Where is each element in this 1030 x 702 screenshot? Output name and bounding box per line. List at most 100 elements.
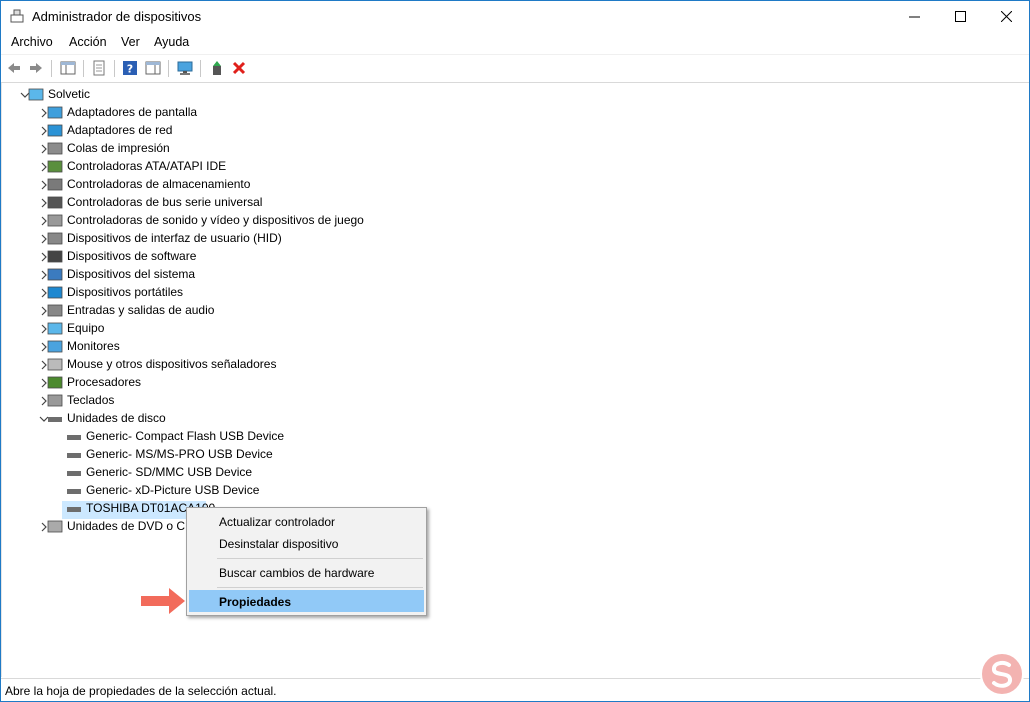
tree-category[interactable]: Dispositivos de software [2, 248, 1029, 266]
tree-category[interactable]: Adaptadores de red [2, 122, 1029, 140]
title-bar: Administrador de dispositivos [1, 1, 1029, 32]
tree-item-label: Unidades de disco [67, 411, 166, 425]
menu-item-update-driver[interactable]: Actualizar controlador [187, 510, 426, 532]
update-driver-button[interactable] [207, 59, 227, 77]
tree-item-label: Mouse y otros dispositivos señaladores [67, 357, 277, 371]
computer-icon [28, 88, 44, 101]
tree-item-label: Dispositivos del sistema [67, 267, 196, 281]
properties-sheet-icon [93, 60, 105, 76]
action-pane-icon [145, 61, 161, 75]
menu-accion[interactable]: Acción [69, 35, 107, 49]
tree-category[interactable]: Monitores [2, 338, 1029, 356]
hard-disk-icon [67, 471, 81, 476]
tree-item-label: Solvetic [48, 87, 91, 101]
arrow-left-icon [8, 63, 20, 73]
hard-disk-icon [67, 507, 81, 512]
storage-controller-icon [47, 178, 63, 191]
tree-disk-device[interactable]: Generic- SD/MMC USB Device [2, 464, 1029, 482]
tree-category[interactable]: Controladoras de almacenamiento [2, 176, 1029, 194]
tree-category[interactable]: Teclados [2, 392, 1029, 410]
tree-root-solvetic[interactable]: Solvetic [2, 86, 1029, 104]
menu-item-uninstall-device[interactable]: Desinstalar dispositivo [187, 532, 426, 554]
maximize-button[interactable] [937, 1, 983, 32]
software-device-icon [47, 250, 63, 263]
status-text: Abre la hoja de propiedades de la selecc… [5, 684, 277, 698]
hard-disk-icon [67, 489, 81, 494]
menu-archivo[interactable]: Archivo [11, 35, 53, 49]
monitor-scan-icon [177, 61, 193, 75]
system-device-icon [47, 268, 63, 281]
computer-icon [47, 322, 63, 335]
menu-item-scan-hardware[interactable]: Buscar cambios de hardware [187, 561, 426, 583]
menu-bar: Archivo Acción Ver Ayuda [1, 32, 1029, 53]
display-adapter-icon [47, 106, 63, 119]
tree-category[interactable]: Dispositivos del sistema [2, 266, 1029, 284]
minimize-icon [908, 16, 920, 18]
tree-item-label: Entradas y salidas de audio [67, 303, 215, 317]
tree-category[interactable]: Controladoras ATA/ATAPI IDE [2, 158, 1029, 176]
tree-category[interactable]: Equipo [2, 320, 1029, 338]
action-pane-button[interactable] [143, 59, 163, 77]
menu-separator [217, 558, 423, 559]
tree-category[interactable]: Colas de impresión [2, 140, 1029, 158]
svg-text:?: ? [127, 63, 133, 76]
menu-item-label: Desinstalar dispositivo [219, 537, 339, 551]
tree-category[interactable]: Unidades de disco [2, 410, 1029, 428]
tree-category[interactable]: Controladoras de bus serie universal [2, 194, 1029, 212]
processor-icon [47, 376, 63, 389]
tree-category[interactable]: Entradas y salidas de audio [2, 302, 1029, 320]
tree-disk-device[interactable]: TOSHIBA DT01ACA100 [2, 500, 1029, 518]
device-manager-app-icon [10, 9, 24, 23]
help-button[interactable]: ? [120, 59, 140, 77]
tree-disk-device[interactable]: Generic- xD-Picture USB Device [2, 482, 1029, 500]
tree-category[interactable]: Dispositivos de interfaz de usuario (HID… [2, 230, 1029, 248]
menu-ayuda[interactable]: Ayuda [154, 35, 189, 49]
tree-item-label: Adaptadores de pantalla [67, 105, 198, 119]
status-bar: Abre la hoja de propiedades de la selecc… [1, 678, 1029, 701]
menu-item-label: Buscar cambios de hardware [219, 566, 375, 580]
context-menu: Actualizar controlador Desinstalar dispo… [186, 507, 427, 616]
properties-toolbar-button[interactable] [89, 59, 109, 77]
mouse-icon [47, 358, 63, 371]
tree-category[interactable]: Unidades de DVD o CD-ROM [2, 518, 1029, 536]
disk-drive-icon [48, 417, 62, 422]
minimize-button[interactable] [891, 1, 937, 32]
tree-category[interactable]: Procesadores [2, 374, 1029, 392]
tree-category[interactable]: Dispositivos portátiles [2, 284, 1029, 302]
network-adapter-icon [47, 124, 63, 137]
tree-item-label: Generic- xD-Picture USB Device [86, 483, 260, 497]
tree-category[interactable]: Mouse y otros dispositivos señaladores [2, 356, 1029, 374]
toolbar: ? [1, 54, 1029, 83]
audio-io-icon [47, 304, 63, 317]
monitor-icon [47, 340, 63, 353]
back-button[interactable] [4, 59, 24, 77]
tree-disk-device[interactable]: Generic- Compact Flash USB Device [2, 428, 1029, 446]
tree-category[interactable]: Adaptadores de pantalla [2, 104, 1029, 122]
tree-item-label: Controladoras de almacenamiento [67, 177, 251, 191]
tree-item-label: Monitores [67, 339, 120, 353]
portable-device-icon [47, 286, 63, 299]
tree-disk-device[interactable]: Generic- MS/MS-PRO USB Device [2, 446, 1029, 464]
menu-ver[interactable]: Ver [121, 35, 140, 49]
tree-item-label: Dispositivos de interfaz de usuario (HID… [67, 231, 282, 245]
red-x-icon [232, 61, 246, 75]
tree-item-label: Dispositivos de software [67, 249, 197, 263]
speaker-icon [47, 214, 63, 227]
show-hide-console-tree-button[interactable] [58, 59, 78, 77]
keyboard-icon [47, 394, 63, 407]
uninstall-device-button[interactable] [229, 59, 249, 77]
scan-hardware-button[interactable] [175, 59, 195, 77]
tree-item-label: Procesadores [67, 375, 142, 389]
dvd-drive-icon [47, 520, 63, 533]
forward-button[interactable] [26, 59, 46, 77]
menu-separator [217, 587, 423, 588]
tree-category[interactable]: Controladoras de sonido y vídeo y dispos… [2, 212, 1029, 230]
usb-icon [47, 196, 63, 209]
close-button[interactable] [983, 1, 1029, 32]
update-driver-icon [213, 61, 221, 75]
menu-item-properties[interactable]: Propiedades [189, 590, 424, 612]
tree-item-label: Colas de impresión [67, 141, 170, 155]
arrow-right-icon [30, 63, 42, 73]
menu-item-label: Propiedades [219, 595, 292, 609]
tree-item-label: Equipo [67, 321, 105, 335]
